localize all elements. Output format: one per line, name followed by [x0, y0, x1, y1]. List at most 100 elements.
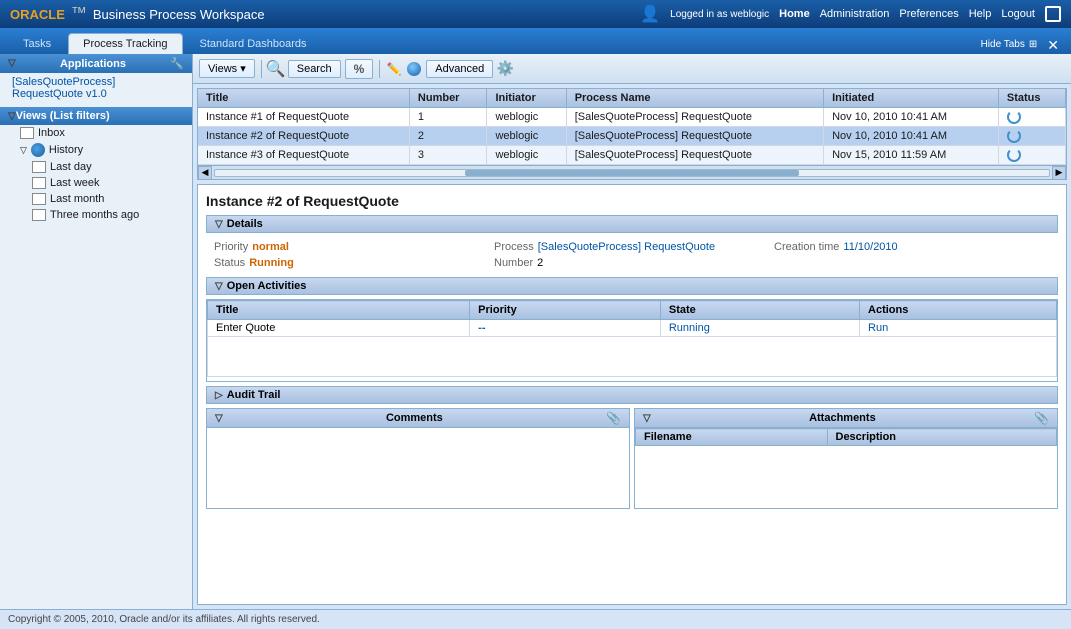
bottom-panels: ▽ Comments 📎 ▽ Attachments 📎	[206, 408, 1058, 509]
activity-row[interactable]: Enter Quote -- Running Run	[208, 320, 1057, 337]
scroll-left-button[interactable]: ◀	[198, 166, 212, 180]
status-refresh-icon-1	[1007, 110, 1021, 124]
sidebar-last-week[interactable]: Last week	[0, 175, 192, 191]
hide-tabs-icon: ⊞	[1029, 39, 1037, 50]
scroll-right-button[interactable]: ▶	[1052, 166, 1066, 180]
col-process-name: Process Name	[566, 89, 823, 108]
three-months-label: Three months ago	[50, 209, 139, 221]
open-activities-section-header[interactable]: ▽ Open Activities	[206, 277, 1058, 295]
status-value: Running	[249, 257, 294, 269]
act-col-title: Title	[208, 301, 470, 320]
window-icon	[1045, 6, 1061, 22]
nav-preferences[interactable]: Preferences	[899, 8, 958, 20]
attachments-header-row: Filename Description	[636, 429, 1057, 446]
instances-table-container: Title Number Initiator Process Name Init…	[197, 88, 1067, 180]
table-row[interactable]: Instance #2 of RequestQuote 2 weblogic […	[198, 127, 1066, 146]
number-field: Number 2	[494, 257, 770, 269]
attachments-panel: ▽ Attachments 📎 Filename Description	[634, 408, 1058, 509]
applications-icon: 🔧	[170, 57, 184, 70]
toolbar-icon-1: 🔍	[268, 61, 284, 77]
row3-initiator: weblogic	[487, 146, 566, 165]
running-state: Running	[669, 322, 710, 334]
creation-time-value: 11/10/2010	[843, 241, 897, 253]
col-title: Title	[198, 89, 409, 108]
act-col-priority: Priority	[470, 301, 661, 320]
views-button[interactable]: Views ▾	[199, 59, 255, 78]
row2-status	[998, 127, 1065, 146]
horizontal-scrollbar[interactable]: ◀ ▶	[198, 165, 1066, 179]
row1-initiated: Nov 10, 2010 10:41 AM	[824, 108, 999, 127]
percent-button[interactable]: %	[345, 59, 374, 79]
last-month-icon	[32, 193, 46, 205]
hide-tabs-button[interactable]: Hide Tabs ⊞	[975, 35, 1044, 54]
sidebar-history[interactable]: ▽ History	[0, 141, 192, 159]
act-col-actions: Actions	[860, 301, 1057, 320]
col-status: Status	[998, 89, 1065, 108]
priority-field: Priority normal	[214, 241, 490, 253]
search-button[interactable]: Search	[288, 60, 341, 78]
scroll-track	[214, 169, 1050, 177]
sidebar-three-months[interactable]: Three months ago	[0, 207, 192, 223]
creation-time-field: Creation time 11/10/2010	[774, 241, 1050, 253]
process-value: [SalesQuoteProcess] RequestQuote	[538, 241, 715, 253]
audit-trail-section-header[interactable]: ▷ Audit Trail	[206, 386, 1058, 404]
main-layout: ▽ Applications 🔧 [SalesQuoteProcess] Req…	[0, 54, 1071, 609]
table-row[interactable]: Instance #3 of RequestQuote 3 weblogic […	[198, 146, 1066, 165]
sidebar-last-day[interactable]: Last day	[0, 159, 192, 175]
user-icon: 👤	[640, 4, 660, 24]
run-link[interactable]: Run	[868, 322, 888, 334]
oracle-logo: ORACLE	[10, 7, 65, 22]
tab-close-button[interactable]: ✕	[1043, 37, 1063, 54]
col-initiated: Initiated	[824, 89, 999, 108]
views-section-header[interactable]: ▽ Views (List filters)	[0, 107, 192, 125]
toolbar-globe-icon	[406, 61, 422, 77]
act-title: Enter Quote	[208, 320, 470, 337]
number-label: Number	[494, 257, 533, 269]
row3-status	[998, 146, 1065, 165]
nav-logout[interactable]: Logout	[1001, 8, 1035, 20]
history-label: History	[49, 144, 83, 156]
comments-content	[207, 428, 629, 508]
tab-standard-dashboards[interactable]: Standard Dashboards	[185, 33, 322, 54]
content-area: Views ▾ 🔍 Search % ✏️ Advanced ⚙️	[193, 54, 1071, 609]
sidebar-inbox[interactable]: Inbox	[0, 125, 192, 141]
nav-help[interactable]: Help	[969, 8, 992, 20]
views-button-label: Views ▾	[208, 62, 246, 75]
table-row[interactable]: Instance #1 of RequestQuote 1 weblogic […	[198, 108, 1066, 127]
details-section-header[interactable]: ▽ Details	[206, 215, 1058, 233]
nav-home[interactable]: Home	[779, 8, 810, 20]
footer-text: Copyright © 2005, 2010, Oracle and/or it…	[8, 614, 320, 625]
three-months-icon	[32, 209, 46, 221]
toolbar-separator-1	[261, 60, 262, 78]
sidebar-last-month[interactable]: Last month	[0, 191, 192, 207]
attachments-add-icon[interactable]: 📎	[1034, 411, 1049, 425]
comments-label: Comments	[386, 412, 443, 424]
att-col-filename: Filename	[636, 429, 828, 446]
empty-attachments	[636, 446, 1057, 506]
nav-administration[interactable]: Administration	[820, 8, 890, 20]
sales-quote-link[interactable]: [SalesQuoteProcess] RequestQuote v1.0	[0, 73, 192, 103]
row1-initiator: weblogic	[487, 108, 566, 127]
status-label: Status	[214, 257, 245, 269]
att-col-description: Description	[827, 429, 1057, 446]
row3-process: [SalesQuoteProcess] RequestQuote	[566, 146, 823, 165]
activities-collapse-arrow: ▽	[215, 281, 223, 292]
tab-tasks[interactable]: Tasks	[8, 33, 66, 54]
row2-initiator: weblogic	[487, 127, 566, 146]
applications-label: Applications	[60, 58, 126, 70]
advanced-button[interactable]: Advanced	[426, 60, 493, 78]
header-separator: ™	[71, 5, 87, 23]
scroll-thumb[interactable]	[465, 170, 799, 176]
hide-tabs-label: Hide Tabs	[981, 39, 1025, 50]
detail-title: Instance #2 of RequestQuote	[206, 193, 1058, 209]
comments-add-icon[interactable]: 📎	[606, 411, 621, 425]
attachments-content: Filename Description	[635, 428, 1057, 508]
applications-section-header[interactable]: ▽ Applications 🔧	[0, 54, 192, 73]
percent-icon: %	[354, 62, 365, 76]
tab-process-tracking[interactable]: Process Tracking	[68, 33, 182, 54]
toolbar-separator-2	[379, 60, 380, 78]
collapse-arrow-applications: ▽	[8, 58, 16, 69]
history-globe-icon	[31, 143, 45, 157]
header-left: ORACLE ™ Business Process Workspace	[10, 5, 265, 23]
details-collapse-arrow: ▽	[215, 219, 223, 230]
